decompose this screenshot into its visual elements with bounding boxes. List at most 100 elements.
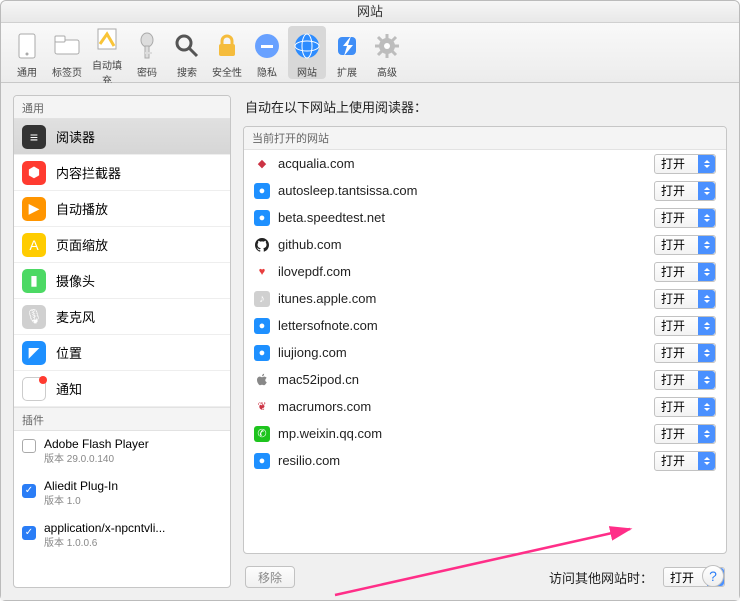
toolbar-label: 密码	[128, 64, 166, 79]
microphone-icon: 🎙	[22, 305, 46, 329]
toolbar-general[interactable]: 通用	[8, 26, 46, 79]
site-action-select[interactable]: 打开	[654, 262, 716, 282]
plugin-checkbox[interactable]: ✓	[22, 481, 36, 495]
site-action-select[interactable]: 打开	[654, 316, 716, 336]
plugin-checkbox[interactable]	[22, 439, 36, 453]
toolbar-label: 隐私	[248, 64, 286, 79]
chevron-updown-icon	[698, 263, 715, 281]
content-blocker-icon: ⬢	[22, 161, 46, 185]
plugin-version: 版本 29.0.0.140	[44, 452, 149, 467]
sidebar-item-label: 自动播放	[56, 199, 108, 218]
site-action-select[interactable]: 打开	[654, 370, 716, 390]
sidebar-item-microphone[interactable]: 🎙 麦克风	[14, 299, 230, 335]
site-row[interactable]: ●lettersofnote.com打开	[244, 312, 726, 339]
toolbar-advanced[interactable]: 高级	[368, 26, 406, 79]
favicon	[254, 372, 270, 388]
sidebar-item-label: 阅读器	[56, 127, 95, 146]
site-row[interactable]: ♥ilovepdf.com打开	[244, 258, 726, 285]
plugin-item[interactable]: ✓Aliedit Plug-In版本 1.0	[14, 473, 230, 515]
sites-list: ◆acqualia.com打开 ● autosleep.tantsissa.com 打…	[244, 150, 726, 553]
advanced-icon	[371, 30, 403, 62]
site-row[interactable]: ♪itunes.apple.com打开	[244, 285, 726, 312]
remove-button[interactable]: 移除	[245, 566, 295, 588]
autoplay-icon: ▶	[22, 197, 46, 221]
favicon: ●	[254, 453, 270, 469]
site-row[interactable]: ❦macrumors.com打开	[244, 393, 726, 420]
reader-icon: ≡	[22, 125, 46, 149]
toolbar-extensions[interactable]: 扩展	[328, 26, 366, 79]
site-action-select[interactable]: 打开	[654, 208, 716, 228]
toolbar-search[interactable]: 搜索	[168, 26, 206, 79]
site-row[interactable]: ◆acqualia.com打开	[244, 150, 726, 177]
sidebar-item-page-zoom[interactable]: A页面缩放	[14, 227, 230, 263]
sidebar-item-reader[interactable]: ≡ 阅读器	[14, 119, 230, 155]
other-sites-label: 访问其他网站时：	[549, 568, 653, 587]
search-icon	[171, 30, 203, 62]
chevron-updown-icon	[698, 452, 715, 470]
camera-icon: ▮	[22, 269, 46, 293]
sidebar-item-label: 麦克风	[56, 307, 95, 326]
site-domain: mac52ipod.cn	[278, 372, 646, 387]
favicon: ●	[254, 183, 270, 199]
site-action-select[interactable]: 打开	[654, 397, 716, 417]
help-button[interactable]: ?	[702, 565, 724, 587]
notifications-icon	[22, 377, 46, 401]
site-row[interactable]: ●liujiong.com打开	[244, 339, 726, 366]
site-row[interactable]: ● autosleep.tantsissa.com 打开	[244, 177, 726, 204]
plugin-name: Adobe Flash Player	[44, 437, 149, 452]
plugin-name: application/x-npcntvli...	[44, 521, 165, 536]
sidebar-item-label: 摄像头	[56, 271, 95, 290]
general-icon	[11, 30, 43, 62]
favicon: ●	[254, 210, 270, 226]
site-action-select[interactable]: 打开	[654, 289, 716, 309]
toolbar-privacy[interactable]: 隐私	[248, 26, 286, 79]
extensions-icon	[331, 30, 363, 62]
plugin-checkbox[interactable]: ✓	[22, 523, 36, 537]
toolbar-autofill[interactable]: 自动填充	[88, 19, 126, 87]
sidebar-item-autoplay[interactable]: ▶ 自动播放	[14, 191, 230, 227]
plugin-item[interactable]: ✓application/x-npcntvli...版本 1.0.0.6	[14, 515, 230, 557]
toolbar-websites[interactable]: 网站	[288, 26, 326, 79]
site-domain: autosleep.tantsissa.com	[278, 183, 646, 198]
plugin-item[interactable]: Adobe Flash Player版本 29.0.0.140	[14, 431, 230, 473]
favicon: ◆	[254, 156, 270, 172]
tabs-icon	[51, 30, 83, 62]
chevron-updown-icon	[698, 317, 715, 335]
toolbar-label: 安全性	[208, 64, 246, 79]
site-row[interactable]: ✆mp.weixin.qq.com打开	[244, 420, 726, 447]
chevron-updown-icon	[698, 155, 715, 173]
toolbar-security[interactable]: 安全性	[208, 26, 246, 79]
site-domain: mp.weixin.qq.com	[278, 426, 646, 441]
site-action-select[interactable]: 打开	[654, 451, 716, 471]
site-action-select[interactable]: 打开	[654, 235, 716, 255]
site-action-select[interactable]: 打开	[654, 424, 716, 444]
site-domain: liujiong.com	[278, 345, 646, 360]
sidebar-item-location[interactable]: ◤位置	[14, 335, 230, 371]
site-row[interactable]: ● beta.speedtest.net 打开	[244, 204, 726, 231]
location-icon: ◤	[22, 341, 46, 365]
sidebar-item-content-blocker[interactable]: ⬢内容拦截器	[14, 155, 230, 191]
open-sites-header: 当前打开的网站	[244, 127, 726, 150]
favicon: ♥	[254, 264, 270, 280]
chevron-updown-icon	[698, 425, 715, 443]
site-row[interactable]: mac52ipod.cn 打开	[244, 366, 726, 393]
site-domain: itunes.apple.com	[278, 291, 646, 306]
site-action-select[interactable]: 打开	[654, 154, 716, 174]
site-row[interactable]: github.com打开	[244, 231, 726, 258]
sidebar-item-camera[interactable]: ▮ 摄像头	[14, 263, 230, 299]
sidebar-item-label: 通知	[56, 379, 82, 398]
site-action-select[interactable]: 打开	[654, 181, 716, 201]
site-domain: beta.speedtest.net	[278, 210, 646, 225]
privacy-icon	[251, 30, 283, 62]
chevron-updown-icon	[698, 182, 715, 200]
chevron-updown-icon	[698, 209, 715, 227]
toolbar-passwords[interactable]: 密码	[128, 26, 166, 79]
site-domain: resilio.com	[278, 453, 646, 468]
plugin-version: 版本 1.0	[44, 494, 118, 509]
sidebar-item-notifications[interactable]: 通知	[14, 371, 230, 407]
toolbar-tabs[interactable]: 标签页	[48, 26, 86, 79]
sidebar-item-label: 页面缩放	[56, 235, 108, 254]
site-row[interactable]: ● resilio.com 打开	[244, 447, 726, 474]
site-action-select[interactable]: 打开	[654, 343, 716, 363]
chevron-updown-icon	[698, 371, 715, 389]
